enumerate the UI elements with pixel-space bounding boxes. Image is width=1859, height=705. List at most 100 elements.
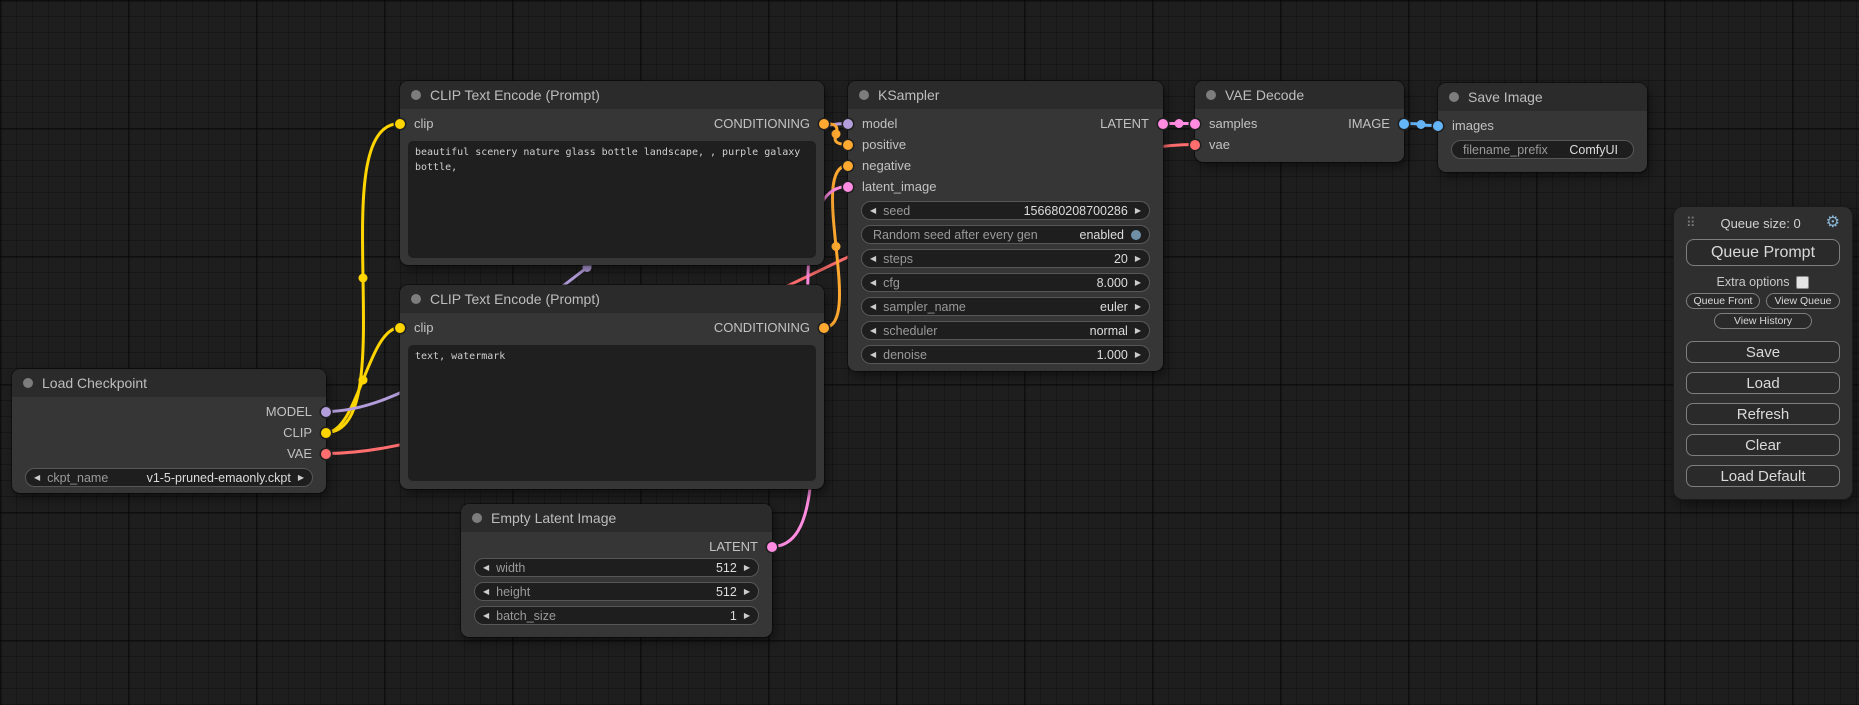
refresh-button[interactable]: Refresh xyxy=(1686,403,1840,425)
latent-image-input-port[interactable] xyxy=(843,182,853,192)
collapse-toggle-icon[interactable] xyxy=(411,294,421,304)
view-history-button[interactable]: View History xyxy=(1714,313,1812,329)
slot-label: clip xyxy=(414,320,434,335)
clip-input-port[interactable] xyxy=(395,323,405,333)
node-ksampler[interactable]: KSampler model LATENT positive negative … xyxy=(848,81,1163,371)
arrow-left-icon[interactable]: ◀ xyxy=(870,327,876,335)
widget-label: width xyxy=(496,561,525,575)
negative-input-port[interactable] xyxy=(843,161,853,171)
cfg-widget[interactable]: ◀ cfg 8.000 ▶ xyxy=(861,273,1150,292)
slot-label: clip xyxy=(414,116,434,131)
clip-input-port[interactable] xyxy=(395,119,405,129)
toggle-indicator-icon[interactable] xyxy=(1131,230,1141,240)
steps-widget[interactable]: ◀ steps 20 ▶ xyxy=(861,249,1150,268)
node-header[interactable]: CLIP Text Encode (Prompt) xyxy=(400,81,824,109)
arrow-right-icon[interactable]: ▶ xyxy=(1135,279,1141,287)
load-default-button[interactable]: Load Default xyxy=(1686,465,1840,487)
widget-label: batch_size xyxy=(496,609,556,623)
node-clip-text-encode-positive[interactable]: CLIP Text Encode (Prompt) clip CONDITION… xyxy=(400,81,824,265)
widget-value: enabled xyxy=(1080,228,1125,242)
height-widget[interactable]: ◀ height 512 ▶ xyxy=(474,582,759,601)
image-output-port[interactable] xyxy=(1399,119,1409,129)
conditioning-output-port[interactable] xyxy=(819,119,829,129)
widget-value: v1-5-pruned-emaonly.ckpt xyxy=(147,471,291,485)
width-widget[interactable]: ◀ width 512 ▶ xyxy=(474,558,759,577)
conditioning-output-port[interactable] xyxy=(819,323,829,333)
arrow-left-icon[interactable]: ◀ xyxy=(483,564,489,572)
node-empty-latent-image[interactable]: Empty Latent Image LATENT ◀ width 512 ▶ … xyxy=(461,504,772,637)
node-vae-decode[interactable]: VAE Decode samples IMAGE vae xyxy=(1195,81,1404,162)
arrow-right-icon[interactable]: ▶ xyxy=(744,564,750,572)
node-save-image[interactable]: Save Image images filename_prefix ComfyU… xyxy=(1438,83,1647,172)
arrow-right-icon[interactable]: ▶ xyxy=(744,588,750,596)
node-header[interactable]: CLIP Text Encode (Prompt) xyxy=(400,285,824,313)
collapse-toggle-icon[interactable] xyxy=(1206,90,1216,100)
node-graph-canvas[interactable]: Load Checkpoint MODEL CLIP VAE ◀ ckpt_na… xyxy=(0,0,1859,705)
node-header[interactable]: Save Image xyxy=(1438,83,1647,111)
arrow-left-icon[interactable]: ◀ xyxy=(483,612,489,620)
model-input-port[interactable] xyxy=(843,119,853,129)
ckpt-name-widget[interactable]: ◀ ckpt_name v1-5-pruned-emaonly.ckpt ▶ xyxy=(25,468,313,487)
denoise-widget[interactable]: ◀ denoise 1.000 ▶ xyxy=(861,345,1150,364)
filename-prefix-widget[interactable]: filename_prefix ComfyUI xyxy=(1451,140,1634,159)
model-output-port[interactable] xyxy=(321,407,331,417)
view-queue-button[interactable]: View Queue xyxy=(1766,293,1840,309)
prompt-textarea[interactable]: beautiful scenery nature glass bottle la… xyxy=(408,141,816,258)
widget-label: denoise xyxy=(883,348,927,362)
arrow-right-icon[interactable]: ▶ xyxy=(1135,327,1141,335)
collapse-toggle-icon[interactable] xyxy=(411,90,421,100)
arrow-right-icon[interactable]: ▶ xyxy=(744,612,750,620)
save-button[interactable]: Save xyxy=(1686,341,1840,363)
random-seed-toggle-widget[interactable]: Random seed after every gen enabled xyxy=(861,225,1150,244)
images-input-port[interactable] xyxy=(1433,121,1443,131)
node-clip-text-encode-negative[interactable]: CLIP Text Encode (Prompt) clip CONDITION… xyxy=(400,285,824,489)
arrow-right-icon[interactable]: ▶ xyxy=(1135,303,1141,311)
positive-input-port[interactable] xyxy=(843,140,853,150)
slot-label: latent_image xyxy=(862,179,936,194)
node-title: CLIP Text Encode (Prompt) xyxy=(430,291,600,307)
latent-output-port[interactable] xyxy=(767,542,777,552)
collapse-toggle-icon[interactable] xyxy=(1449,92,1459,102)
collapse-toggle-icon[interactable] xyxy=(23,378,33,388)
clip-output-port[interactable] xyxy=(321,428,331,438)
arrow-left-icon[interactable]: ◀ xyxy=(483,588,489,596)
arrow-left-icon[interactable]: ◀ xyxy=(870,351,876,359)
collapse-toggle-icon[interactable] xyxy=(859,90,869,100)
latent-output-port[interactable] xyxy=(1158,119,1168,129)
queue-prompt-button[interactable]: Queue Prompt xyxy=(1686,239,1840,266)
arrow-right-icon[interactable]: ▶ xyxy=(1135,207,1141,215)
arrow-left-icon[interactable]: ◀ xyxy=(34,474,40,482)
samples-input-port[interactable] xyxy=(1190,119,1200,129)
arrow-right-icon[interactable]: ▶ xyxy=(1135,351,1141,359)
queue-actions-row: Queue Front View Queue xyxy=(1686,293,1840,309)
arrow-left-icon[interactable]: ◀ xyxy=(870,255,876,263)
settings-gear-icon[interactable]: ⚙ xyxy=(1826,215,1840,231)
arrow-left-icon[interactable]: ◀ xyxy=(870,207,876,215)
extra-options-checkbox[interactable] xyxy=(1796,276,1809,289)
node-load-checkpoint[interactable]: Load Checkpoint MODEL CLIP VAE ◀ ckpt_na… xyxy=(12,369,326,493)
arrow-left-icon[interactable]: ◀ xyxy=(870,279,876,287)
sampler-name-widget[interactable]: ◀ sampler_name euler ▶ xyxy=(861,297,1150,316)
node-header[interactable]: VAE Decode xyxy=(1195,81,1404,109)
drag-handle-icon[interactable]: ⠿ xyxy=(1686,215,1696,231)
slot-label: model xyxy=(862,116,897,131)
collapse-toggle-icon[interactable] xyxy=(472,513,482,523)
slot-label: images xyxy=(1452,118,1494,133)
arrow-left-icon[interactable]: ◀ xyxy=(870,303,876,311)
batch-size-widget[interactable]: ◀ batch_size 1 ▶ xyxy=(474,606,759,625)
node-header[interactable]: KSampler xyxy=(848,81,1163,109)
scheduler-widget[interactable]: ◀ scheduler normal ▶ xyxy=(861,321,1150,340)
arrow-right-icon[interactable]: ▶ xyxy=(298,474,304,482)
clear-button[interactable]: Clear xyxy=(1686,434,1840,456)
vae-output-port[interactable] xyxy=(321,449,331,459)
arrow-right-icon[interactable]: ▶ xyxy=(1135,255,1141,263)
seed-widget[interactable]: ◀ seed 156680208700286 ▶ xyxy=(861,201,1150,220)
node-header[interactable]: Empty Latent Image xyxy=(461,504,772,532)
prompt-textarea[interactable]: text, watermark xyxy=(408,345,816,481)
queue-front-button[interactable]: Queue Front xyxy=(1686,293,1760,309)
load-button[interactable]: Load xyxy=(1686,372,1840,394)
widget-value: 1.000 xyxy=(1097,348,1128,362)
node-header[interactable]: Load Checkpoint xyxy=(12,369,326,397)
output-slot-latent: LATENT xyxy=(461,536,772,557)
vae-input-port[interactable] xyxy=(1190,140,1200,150)
